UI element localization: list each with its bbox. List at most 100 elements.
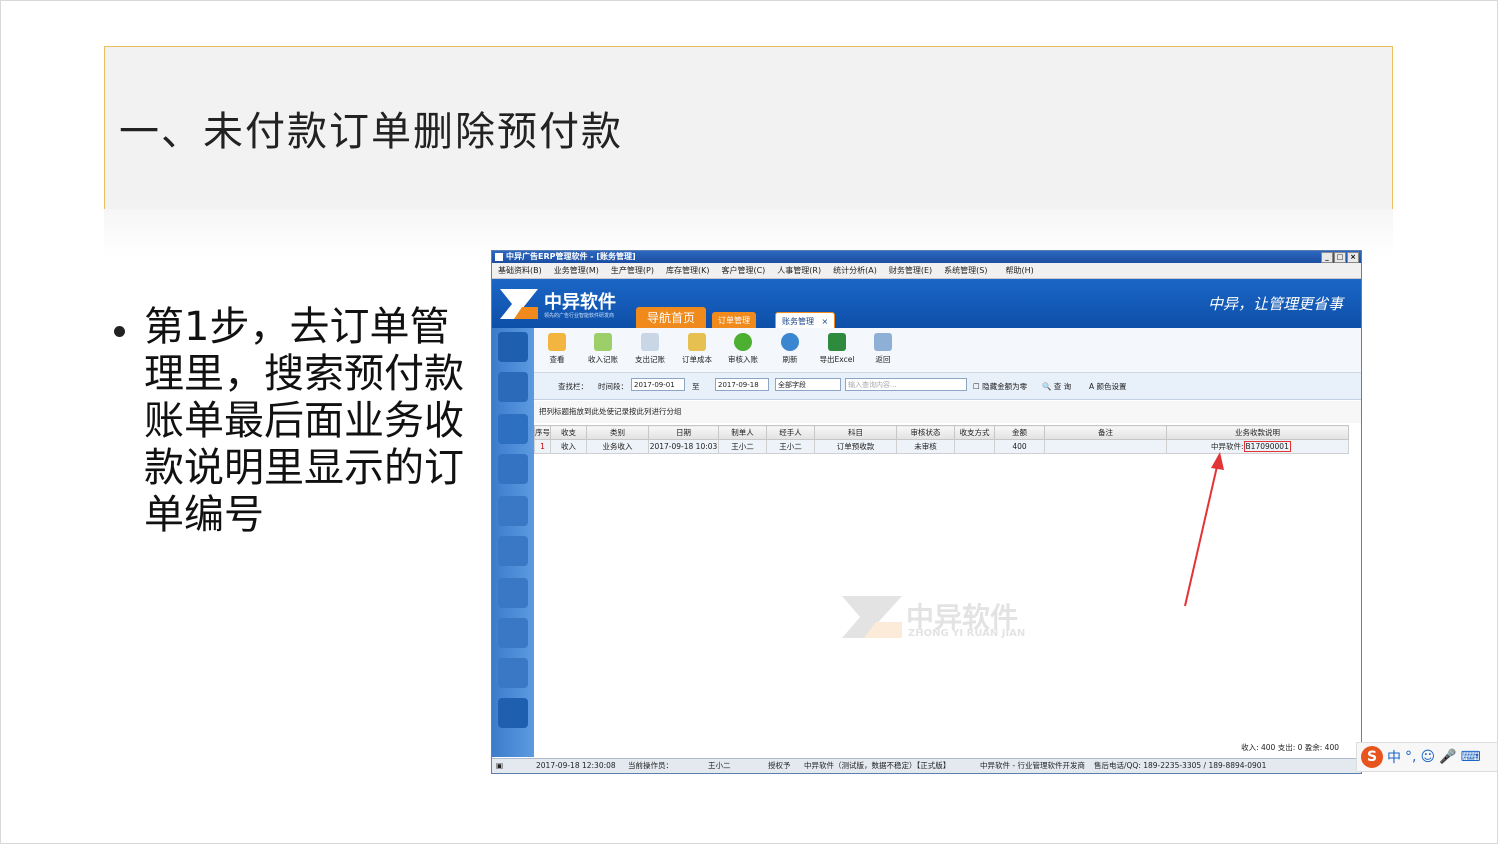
operator-label: 当前操作员： [628,761,673,770]
cell-type: 收入 [550,439,587,454]
col-no[interactable]: 序号 [534,425,551,440]
chart-icon[interactable] [498,578,528,608]
gear-icon[interactable] [498,618,528,648]
doc-edit-icon [641,333,659,351]
cell-status: 未审核 [896,439,955,454]
cell-amount: 400 [994,439,1045,454]
menu-item-finance[interactable]: 财务管理(E) [883,263,938,278]
search-bar: 查找栏： 时间段： 2017-09-01 至 2017-09-18 全部字段 输… [534,373,1361,400]
color-setting-button[interactable]: A 颜色设置 [1089,381,1127,392]
query-button[interactable]: 🔍 查 询 [1042,381,1071,392]
refresh-button[interactable]: 刷新 [767,330,813,365]
date-to-picker[interactable]: 2017-09-18 [715,378,769,391]
col-method[interactable]: 收支方式 [954,425,995,440]
palette-icon: A [1089,382,1095,391]
date-from-picker[interactable]: 2017-09-01 [631,378,685,391]
ime-keyboard-icon[interactable]: ⌨ [1461,749,1481,765]
menu-item-inventory[interactable]: 库存管理(K) [660,263,716,278]
search-icon: 🔍 [1042,382,1052,391]
warehouse-icon[interactable] [498,454,528,484]
window-controls: _ □ × [1321,252,1359,263]
hotline-info: 售后电话/QQ: 189-2235-3305 / 189-8894-0901 [1094,761,1267,770]
back-arrow-icon [874,333,892,351]
operator-name: 王小二 [708,761,731,770]
status-icon: ▣ [496,761,504,770]
ime-emoji-icon[interactable]: ☺ [1420,749,1435,765]
coins-icon [688,333,706,351]
toolbar: 查看 收入记账 支出记账 订单成本 审核入账 刷新 导出Excel 返回 [534,328,1361,373]
back-button[interactable]: 返回 [860,330,906,365]
menu-item-business[interactable]: 业务管理(M) [548,263,605,278]
cell-no: 1 [534,439,551,454]
tab-home[interactable]: 导航首页 [636,307,706,329]
minimize-button[interactable]: _ [1321,252,1333,263]
cell-method [954,439,995,454]
col-type[interactable]: 收支 [550,425,587,440]
hide-zero-checkbox[interactable]: ☐ 隐藏金额为零 [973,381,1027,392]
col-remark[interactable]: 备注 [1044,425,1167,440]
col-subject[interactable]: 科目 [814,425,897,440]
menu-bar: 基础资料(B) 业务管理(M) 生产管理(P) 库存管理(K) 客户管理(C) … [492,263,1361,279]
expense-entry-button[interactable]: 支出记账 [627,330,673,365]
vendor-info: 中异软件 - 行业管理软件开发商 [980,761,1085,770]
menu-item-hr[interactable]: 人事管理(R) [771,263,827,278]
col-date[interactable]: 日期 [648,425,719,440]
col-handler[interactable]: 经手人 [766,425,815,440]
import-icon[interactable] [498,372,528,402]
menu-item-help[interactable]: 帮助(H) [999,263,1039,278]
time-range-label: 时间段： [598,382,628,391]
monitor-icon[interactable] [498,658,528,688]
cell-date: 2017-09-18 10:03 [648,439,719,454]
document-icon[interactable] [498,332,528,362]
annotation-arrow-icon [1184,452,1224,607]
menu-item-basic[interactable]: 基础资料(B) [492,263,548,278]
view-button[interactable]: 查看 [534,330,580,365]
menu-item-system[interactable]: 系统管理(S) [938,263,993,278]
col-maker[interactable]: 制单人 [718,425,767,440]
tab-close-icon[interactable]: × [822,317,829,326]
bullet-text: 第1步，去订单管理里，搜索预付款账单最后面业务收款说明里显示的订单编号 [144,304,464,538]
col-description[interactable]: 业务收款说明 [1166,425,1349,440]
ime-mic-icon[interactable]: 🎤 [1439,749,1456,765]
col-category[interactable]: 类别 [586,425,649,440]
field-select[interactable]: 全部字段 [775,378,841,391]
refresh-icon [781,333,799,351]
clipboard-icon[interactable] [498,698,528,728]
window-title: 中异广告ERP管理软件 - [账务管理] [506,252,636,261]
to-label: 至 [692,382,700,391]
menu-item-customer[interactable]: 客户管理(C) [715,263,771,278]
status-datetime: 2017-09-18 12:30:08 [536,761,616,770]
menu-item-production[interactable]: 生产管理(P) [605,263,660,278]
add-doc-icon [594,333,612,351]
sogou-logo-icon[interactable]: S [1361,746,1383,768]
erp-window: 中异广告ERP管理软件 - [账务管理] _ □ × 基础资料(B) 业务管理(… [491,250,1362,774]
col-status[interactable]: 审核状态 [896,425,955,440]
cell-handler: 王小二 [766,439,815,454]
tab-label: 账务管理 [782,317,814,326]
app-logo-icon [495,253,503,261]
close-button[interactable]: × [1347,252,1359,263]
col-amount[interactable]: 金额 [994,425,1045,440]
ime-mode[interactable]: 中 [1387,747,1401,767]
calculator-icon[interactable] [498,414,528,444]
approve-button[interactable]: 审核入账 [720,330,766,365]
excel-icon [828,333,846,351]
menu-item-stats[interactable]: 统计分析(A) [827,263,883,278]
tab-order-management[interactable]: 订单管理 [712,312,756,329]
export-excel-button[interactable]: 导出Excel [814,330,860,365]
brand-logo-icon [500,289,538,319]
cell-category: 业务收入 [586,439,649,454]
search-input[interactable]: 输入查询内容... [845,378,967,391]
group-icon[interactable] [498,536,528,566]
user-icon[interactable] [498,496,528,526]
watermark-logo-icon [842,596,902,638]
order-cost-button[interactable]: 订单成本 [674,330,720,365]
version-info: 中异软件（测试版，数据不稳定）【正式版】 [804,761,951,770]
summary-totals: 收入: 400 支出: 0 盈余: 400 [1241,743,1339,752]
income-entry-button[interactable]: 收入记账 [580,330,626,365]
maximize-button[interactable]: □ [1334,252,1346,263]
table-header: 序号 收支 类别 日期 制单人 经手人 科目 审核状态 收支方式 金额 备注 业… [534,425,1349,440]
watermark-en: ZHONG YI RUAN JIAN [908,628,1026,639]
ime-punct-icon[interactable]: °, [1405,749,1416,765]
app-banner: 中异软件 领先的广告行业智能软件研发商 导航首页 订单管理 账务管理 × 中异，… [492,279,1361,331]
